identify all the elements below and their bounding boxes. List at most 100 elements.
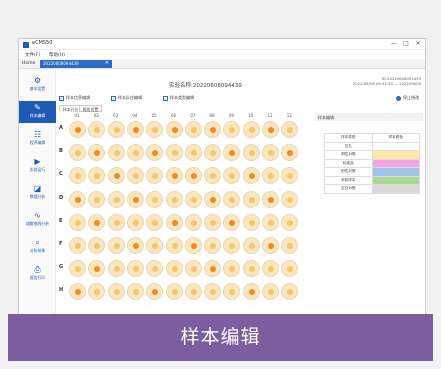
plate-well[interactable] bbox=[165, 213, 183, 231]
plate-well[interactable] bbox=[165, 237, 183, 254]
checkbox-sample-type[interactable]: ✓ 样本类型编辑 bbox=[163, 95, 194, 101]
tab-close-icon[interactable]: ✕ bbox=[105, 60, 109, 66]
plate-well[interactable] bbox=[107, 121, 125, 138]
plate-well[interactable] bbox=[165, 283, 183, 301]
sidebar-item[interactable]: ◪ 数据分析 bbox=[19, 182, 56, 204]
plate-well[interactable] bbox=[107, 237, 125, 254]
plate-well[interactable] bbox=[204, 167, 222, 185]
plate-well[interactable] bbox=[69, 121, 86, 138]
plate-well[interactable] bbox=[107, 144, 125, 162]
plate-well[interactable] bbox=[281, 283, 299, 301]
plate-well[interactable] bbox=[165, 190, 183, 208]
plate-well[interactable] bbox=[281, 121, 299, 138]
plate-well[interactable] bbox=[223, 283, 241, 301]
plate-well[interactable] bbox=[69, 167, 86, 185]
plate-well[interactable] bbox=[204, 144, 222, 162]
plate-well[interactable] bbox=[146, 144, 164, 162]
tab-experiment[interactable]: 20220608094439 ✕ bbox=[40, 60, 112, 68]
plate-well[interactable] bbox=[184, 260, 202, 278]
plate-well[interactable] bbox=[262, 213, 279, 231]
plate-well[interactable] bbox=[88, 121, 106, 138]
plate-well[interactable] bbox=[146, 121, 164, 138]
plate-well[interactable] bbox=[184, 190, 202, 208]
plate-well[interactable] bbox=[126, 167, 144, 185]
plate-well[interactable] bbox=[223, 213, 241, 231]
sidebar-item[interactable]: ∿ 熔解曲线分析 bbox=[19, 209, 56, 231]
menu-help[interactable]: 帮助(H) bbox=[49, 52, 65, 58]
plate-well[interactable] bbox=[146, 167, 164, 185]
plate-well[interactable] bbox=[242, 121, 260, 138]
plate-well[interactable] bbox=[242, 167, 260, 185]
plate-well[interactable] bbox=[223, 260, 241, 278]
plate-well[interactable] bbox=[146, 237, 164, 254]
plate-well[interactable] bbox=[126, 213, 144, 231]
tab-home[interactable]: Home bbox=[22, 61, 35, 66]
plate-well[interactable] bbox=[165, 121, 183, 138]
plate-well[interactable] bbox=[242, 190, 260, 208]
plate-well[interactable] bbox=[165, 260, 183, 278]
plate-well[interactable] bbox=[88, 237, 106, 254]
plate-well[interactable] bbox=[126, 190, 144, 208]
plate-well[interactable] bbox=[281, 213, 299, 231]
plate-well[interactable] bbox=[223, 237, 241, 254]
plate-well[interactable] bbox=[165, 144, 183, 162]
plate-well[interactable] bbox=[262, 260, 279, 278]
checkbox-sample-info[interactable]: ✓ 样本信息编辑 bbox=[59, 95, 90, 101]
plate-well[interactable] bbox=[242, 260, 260, 278]
plate-well[interactable] bbox=[262, 144, 279, 162]
minimize-button[interactable]: — bbox=[389, 40, 399, 47]
plate-well[interactable] bbox=[204, 260, 222, 278]
sidebar-item[interactable]: ✎ 样本编辑 bbox=[19, 101, 56, 123]
plate-well[interactable] bbox=[107, 260, 125, 278]
plate-well[interactable] bbox=[126, 237, 144, 254]
plate-well[interactable] bbox=[146, 213, 164, 231]
plate-well[interactable] bbox=[204, 237, 222, 254]
plate-well[interactable] bbox=[146, 260, 164, 278]
plate-well[interactable] bbox=[126, 144, 144, 162]
plate-well[interactable] bbox=[242, 283, 260, 301]
plate-well[interactable] bbox=[184, 237, 202, 254]
plate-well[interactable] bbox=[126, 283, 144, 301]
plate-well[interactable] bbox=[184, 167, 202, 185]
plate-well[interactable] bbox=[204, 121, 222, 138]
sidebar-item[interactable]: ▶ 实验运行 bbox=[19, 155, 56, 177]
plate-well[interactable] bbox=[262, 121, 279, 138]
plate-well[interactable] bbox=[223, 190, 241, 208]
plate-well[interactable] bbox=[69, 283, 86, 301]
plate-well[interactable] bbox=[69, 144, 86, 162]
plate-well[interactable] bbox=[69, 260, 86, 278]
plate-well[interactable] bbox=[107, 167, 125, 185]
plate-well[interactable] bbox=[204, 190, 222, 208]
plate-well[interactable] bbox=[242, 237, 260, 254]
plate-well[interactable] bbox=[223, 167, 241, 185]
plate-well[interactable] bbox=[107, 213, 125, 231]
plate-well[interactable] bbox=[262, 237, 279, 254]
plate-well[interactable] bbox=[107, 283, 125, 301]
plate-well[interactable] bbox=[184, 144, 202, 162]
plate-well[interactable] bbox=[88, 283, 106, 301]
stop-edit-button[interactable]: 停止修改 bbox=[396, 95, 419, 101]
plate-well[interactable] bbox=[242, 144, 260, 162]
menu-file[interactable]: 文件(F) bbox=[25, 52, 40, 58]
plate-well[interactable] bbox=[69, 237, 86, 254]
plate-well[interactable] bbox=[204, 283, 222, 301]
plate-well[interactable] bbox=[223, 144, 241, 162]
plate-well[interactable] bbox=[262, 167, 279, 185]
plate-well[interactable] bbox=[146, 283, 164, 301]
plate-well[interactable] bbox=[88, 144, 106, 162]
sidebar-item[interactable]: ☷ 程序编辑 bbox=[19, 128, 56, 150]
plate-well[interactable] bbox=[184, 283, 202, 301]
plate-well[interactable] bbox=[88, 213, 106, 231]
plate-well[interactable] bbox=[88, 167, 106, 185]
plate-well[interactable] bbox=[126, 121, 144, 138]
plate-well[interactable] bbox=[69, 213, 86, 231]
plate-well[interactable] bbox=[223, 121, 241, 138]
plate-well[interactable] bbox=[281, 237, 299, 254]
subtab-report-position[interactable]: 报告位置 bbox=[79, 105, 103, 112]
maximize-button[interactable]: □ bbox=[401, 40, 411, 47]
plate-well[interactable] bbox=[242, 213, 260, 231]
plate-well[interactable] bbox=[184, 121, 202, 138]
plate-well[interactable] bbox=[204, 213, 222, 231]
plate-well[interactable] bbox=[165, 167, 183, 185]
plate-well[interactable] bbox=[88, 260, 106, 278]
